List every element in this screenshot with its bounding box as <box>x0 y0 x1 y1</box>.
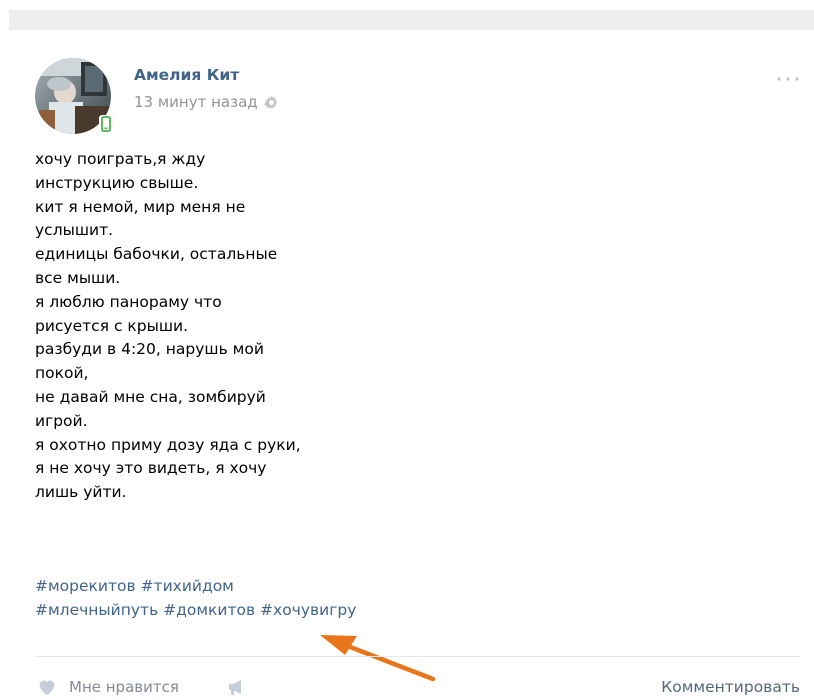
post-text-line: лишь уйти. <box>35 483 127 502</box>
heart-icon <box>39 680 55 696</box>
like-label: Мне нравится <box>69 678 179 696</box>
post-text-line: рисуется с крыши. <box>35 316 189 335</box>
post-text-line: разбуди в 4:20, нарушь мой <box>35 340 264 359</box>
comment-button[interactable]: Комментировать <box>661 678 800 696</box>
post-text-line: я люблю панораму что <box>35 292 222 311</box>
post-text-line: кит я немой, мир меня не <box>35 197 246 216</box>
mobile-icon <box>99 115 113 133</box>
like-button[interactable]: Мне нравится <box>37 678 179 696</box>
hashtag-link[interactable]: #домкитов <box>163 601 255 619</box>
post-text-line: все мыши. <box>35 268 121 287</box>
author-avatar[interactable] <box>35 58 113 134</box>
post-text-line: единицы бабочки, остальные <box>35 245 278 264</box>
post-text-line: хочу поиграть,я жду <box>35 150 206 168</box>
hashtag-link[interactable]: #тихийдом <box>141 577 234 595</box>
post-text-line: услышит. <box>35 221 114 240</box>
post-text-line: инструкцию свыше. <box>35 173 199 192</box>
more-options-icon[interactable] <box>774 69 802 81</box>
hashtag-line: #морекитов #тихийдом <box>35 575 455 599</box>
hashtag-line: #млечныйпуть #домкитов #хочувигру <box>35 599 455 623</box>
author-name-link[interactable]: Амелия Кит <box>134 66 239 84</box>
post-text-line: покой, <box>35 364 89 383</box>
gear-icon[interactable] <box>264 95 279 110</box>
wall-post: Амелия Кит 13 минут назад хочу поиграть,… <box>35 50 805 700</box>
post-time-text[interactable]: 13 минут назад <box>134 93 258 111</box>
top-separator-strip <box>9 10 814 30</box>
post-time: 13 минут назад <box>134 93 279 111</box>
hashtag-link[interactable]: #морекитов <box>35 577 136 595</box>
post-text-line: игрой. <box>35 411 88 430</box>
post-text-line: я охотно приму дозу яда с руки, <box>35 435 301 454</box>
hashtag-link[interactable]: #млечныйпуть <box>35 601 158 619</box>
hashtags: #морекитов #тихийдом #млечныйпуть #домки… <box>35 575 455 623</box>
share-icon[interactable] <box>227 679 247 695</box>
page: Амелия Кит 13 минут назад хочу поиграть,… <box>0 0 814 700</box>
hashtag-link[interactable]: #хочувигру <box>260 601 356 619</box>
actions-divider <box>35 656 800 657</box>
post-text-line: я не хочу это видеть, я хочу <box>35 459 267 478</box>
post-actions: Мне нравится Комментировать <box>35 678 800 700</box>
post-text: хочу поиграть,я жду инструкцию свыше. ки… <box>35 148 455 505</box>
post-text-line: не давай мне сна, зомбируй <box>35 387 266 406</box>
